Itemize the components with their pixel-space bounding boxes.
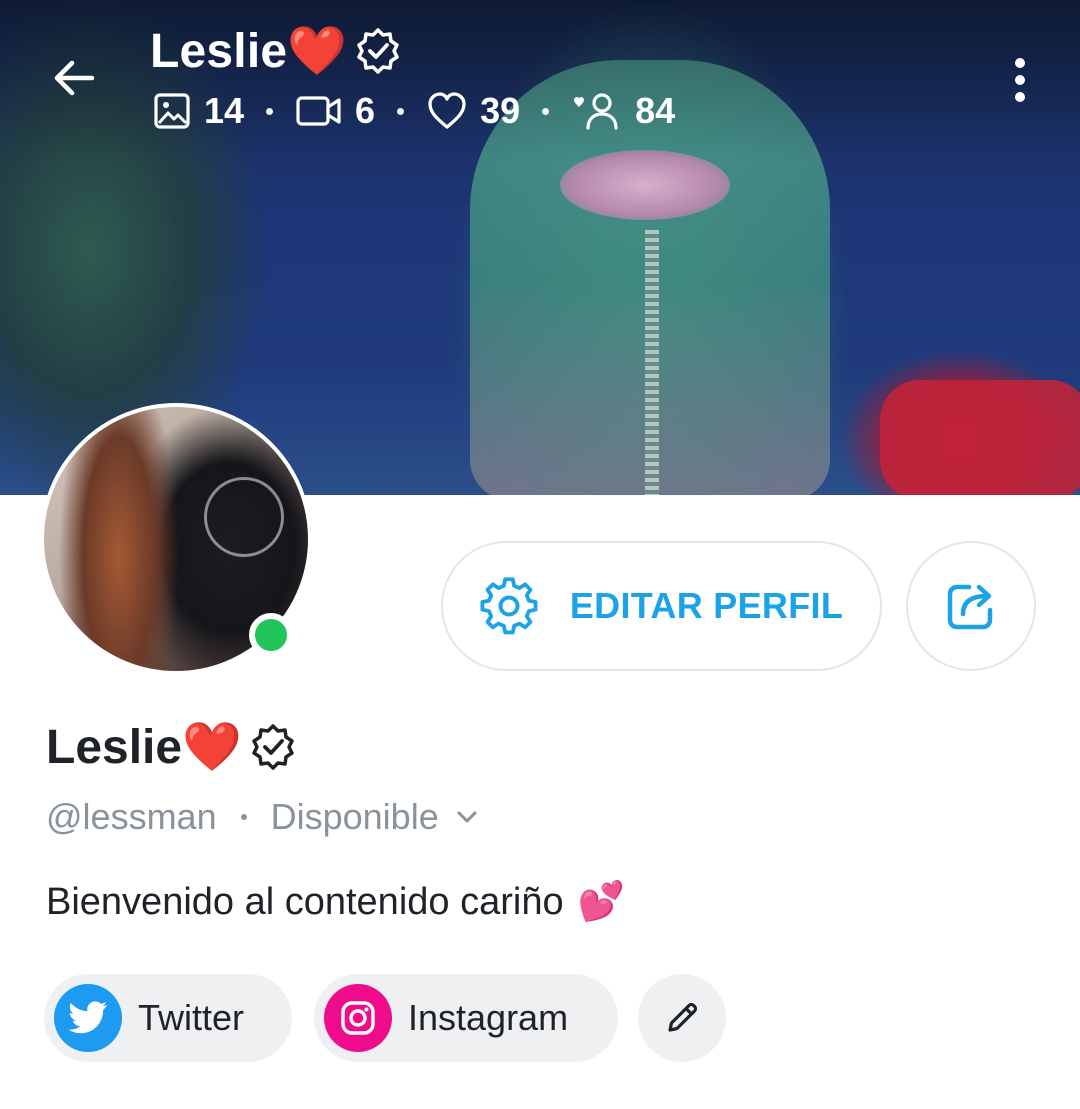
separator-dot <box>542 107 550 115</box>
cover-photo-highlight <box>560 150 730 220</box>
edit-profile-label: EDITAR PERFIL <box>569 585 844 626</box>
fans-icon <box>574 93 618 130</box>
social-link-label: Instagram <box>408 997 569 1038</box>
cover-photo-pillow <box>880 380 1080 495</box>
image-icon <box>154 93 190 129</box>
edit-social-links-button[interactable] <box>638 974 726 1062</box>
stat-videos-count: 6 <box>355 90 376 131</box>
header-stats: 14 6 39 84 <box>152 90 675 132</box>
arrow-left-icon <box>54 60 95 96</box>
cover-photo-zipper <box>645 230 659 495</box>
twitter-icon <box>54 984 122 1052</box>
profile-bio: Bienvenido al contenido cariño 💕 <box>46 880 625 924</box>
username-handle: @lessman <box>46 796 217 837</box>
social-link-instagram[interactable]: Instagram <box>314 974 618 1062</box>
share-button[interactable] <box>906 541 1036 671</box>
stat-videos[interactable]: 6 <box>295 90 375 132</box>
social-link-twitter[interactable]: Twitter <box>44 974 292 1062</box>
profile-name-row: Leslie❤️ <box>46 718 298 775</box>
heart-outline-icon <box>428 92 466 129</box>
more-options-button[interactable] <box>1000 52 1040 108</box>
social-link-label: Twitter <box>138 997 245 1038</box>
chevron-down-icon <box>457 811 477 823</box>
pencil-icon <box>668 1002 698 1032</box>
availability-dropdown[interactable]: Disponible <box>271 796 481 838</box>
more-dot <box>1015 58 1025 68</box>
more-dot <box>1015 75 1025 85</box>
video-icon <box>296 96 341 126</box>
more-dot <box>1015 92 1025 102</box>
verified-badge-icon <box>248 722 298 772</box>
edit-profile-button[interactable]: EDITAR PERFIL <box>441 541 882 671</box>
online-status-indicator <box>249 613 293 657</box>
stat-fans[interactable]: 84 <box>571 90 675 132</box>
availability-status: Disponible <box>270 796 439 837</box>
instagram-icon <box>324 984 392 1052</box>
avatar-jacket-patch <box>204 477 284 557</box>
profile-name: Leslie❤️ <box>46 721 242 774</box>
header-bar: Leslie❤️ 14 6 39 84 <box>0 0 1080 160</box>
gear-icon <box>480 577 538 635</box>
bio-text: Bienvenido al contenido cariño <box>46 880 564 923</box>
back-button[interactable] <box>46 50 102 106</box>
two-hearts-emoji: 💕 <box>577 881 625 923</box>
separator-dot <box>266 107 274 115</box>
stat-likes-count: 39 <box>480 90 521 131</box>
separator-dot <box>240 814 247 820</box>
stat-likes[interactable]: 39 <box>426 90 520 132</box>
stat-images-count: 14 <box>204 90 245 131</box>
share-icon <box>947 584 993 630</box>
verified-badge-icon <box>353 26 403 76</box>
stat-images[interactable]: 14 <box>152 90 244 132</box>
separator-dot <box>397 107 405 115</box>
header-title: Leslie❤️ <box>150 25 348 78</box>
header-title-row: Leslie❤️ <box>150 22 403 79</box>
handle-row: @lessman Disponible <box>46 796 481 838</box>
stat-fans-count: 84 <box>635 90 676 131</box>
